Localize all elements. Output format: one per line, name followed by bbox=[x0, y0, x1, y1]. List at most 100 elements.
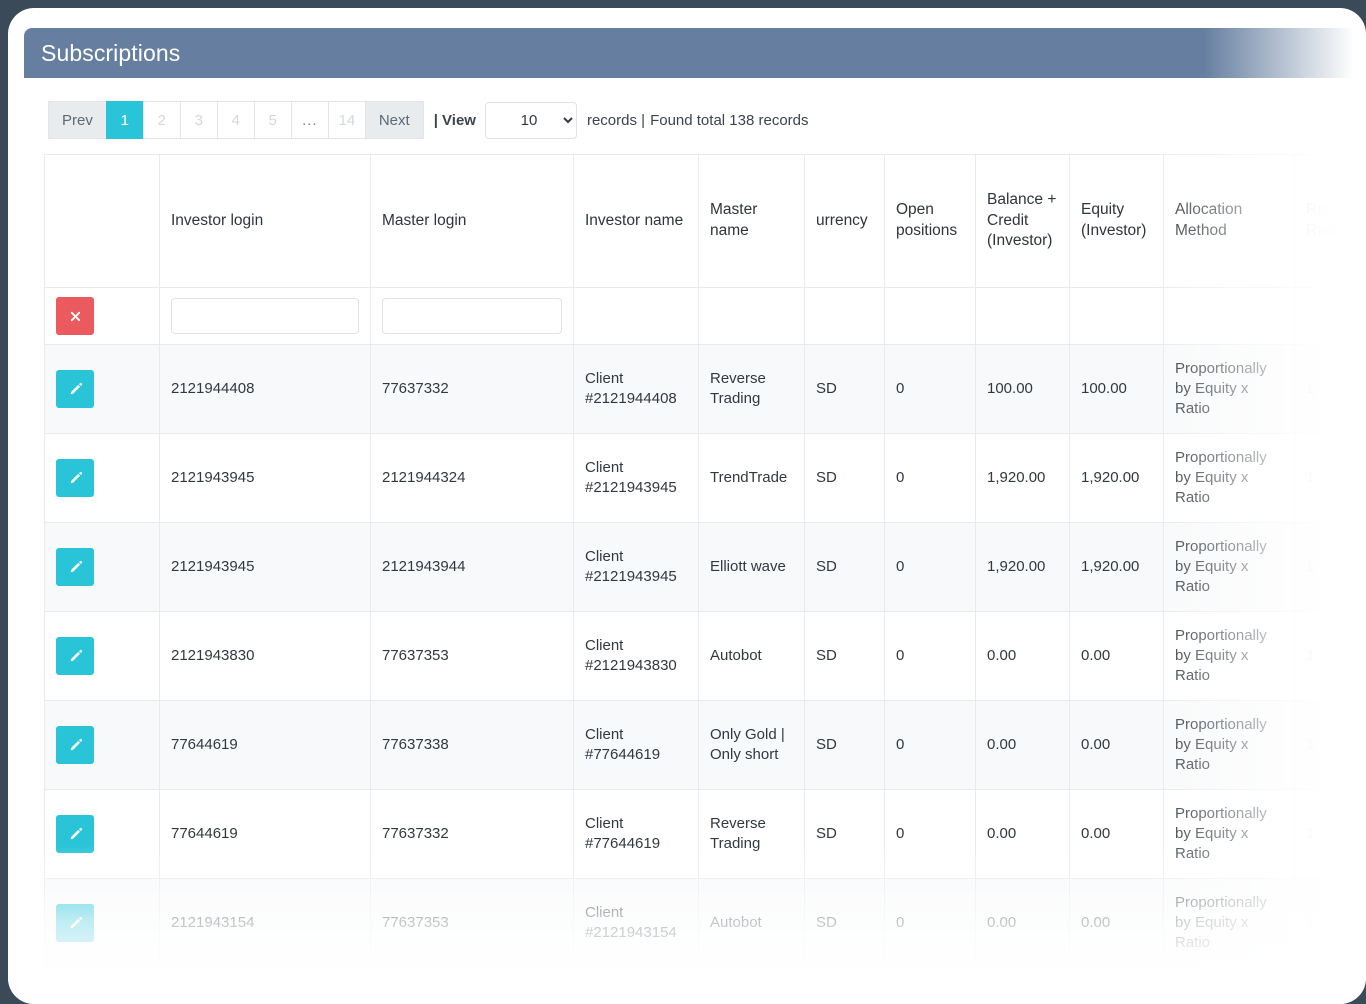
pagination[interactable]: Prev 1 2 3 4 5... 14 Next bbox=[48, 101, 424, 139]
pagination-button-3[interactable]: 3 bbox=[179, 101, 217, 139]
cell-investor-login: 2121943945 bbox=[159, 433, 371, 523]
cell-investor-login: 2121944408 bbox=[159, 344, 371, 434]
cell-currency: SD bbox=[804, 344, 885, 434]
cell-master-login: 77637353 bbox=[370, 611, 574, 701]
filter-empty-cell bbox=[1163, 287, 1295, 345]
cell-investor-login: 2121943830 bbox=[159, 611, 371, 701]
pagination-button-2[interactable]: 2 bbox=[142, 101, 180, 139]
column-header-master-login[interactable]: Master login bbox=[370, 154, 574, 288]
cell-equity: 0.00 bbox=[1069, 700, 1164, 790]
view-label: | View bbox=[433, 111, 476, 129]
pagination-button-prev[interactable]: Prev bbox=[48, 101, 106, 139]
column-header-master-name[interactable]: Master name bbox=[698, 154, 805, 288]
edit-row-button[interactable] bbox=[56, 459, 94, 497]
subscriptions-table: Investor login Master login Investor name M… bbox=[44, 154, 1366, 968]
row-action-cell bbox=[44, 522, 160, 612]
cell-equity: 1,920.00 bbox=[1069, 522, 1164, 612]
edit-row-button[interactable] bbox=[56, 370, 94, 408]
filter-empty-cell bbox=[804, 287, 885, 345]
edit-row-button[interactable] bbox=[56, 815, 94, 853]
pagination-button-4[interactable]: 4 bbox=[216, 101, 254, 139]
pagination-button-next[interactable]: Next bbox=[364, 101, 424, 139]
edit-row-button[interactable] bbox=[56, 637, 94, 675]
pencil-icon bbox=[68, 560, 83, 575]
panel-header: Subscriptions bbox=[24, 28, 1366, 78]
cell-risk-ratio: 1 bbox=[1294, 611, 1366, 701]
column-header-equity-investor[interactable]: Equity (Investor) bbox=[1069, 154, 1164, 288]
cell-balance-credit: 0.00 bbox=[975, 789, 1070, 879]
cell-equity: 0.00 bbox=[1069, 789, 1164, 879]
pencil-icon bbox=[68, 738, 83, 753]
filter-empty-cell bbox=[975, 287, 1070, 345]
column-header-balance-credit-investor[interactable]: Balance + Credit (Investor) bbox=[975, 154, 1070, 288]
pagination-button-[interactable]: ... bbox=[290, 101, 328, 139]
cell-master-login: 2121943944 bbox=[370, 522, 574, 612]
column-header-risk-ratio[interactable]: Risk Ratio bbox=[1294, 154, 1366, 288]
table-filter-row bbox=[44, 287, 1366, 345]
row-action-cell bbox=[44, 878, 160, 968]
pagination-button-1[interactable]: 1 bbox=[105, 101, 143, 139]
table-row[interactable]: 2121943945 2121944324 Client #2121943945 Tr… bbox=[44, 433, 1366, 523]
column-header-investor-name[interactable]: Investor name bbox=[573, 154, 699, 288]
edit-row-button[interactable] bbox=[56, 548, 94, 586]
cell-equity: 1,920.00 bbox=[1069, 433, 1164, 523]
cell-balance-credit: 0.00 bbox=[975, 878, 1070, 968]
cell-master-login: 77637353 bbox=[370, 878, 574, 968]
page-title: Subscriptions bbox=[41, 39, 181, 66]
pagination-button-5[interactable]: 5 bbox=[253, 101, 291, 139]
table-scroll-viewport[interactable]: Investor login Master login Investor name M… bbox=[44, 154, 1366, 984]
cell-master-name: TrendTrade bbox=[698, 433, 805, 523]
column-header-open-positions[interactable]: Open positions bbox=[884, 154, 976, 288]
table-row[interactable]: 77644619 77637332 Client #77644619 Reverse … bbox=[44, 789, 1366, 879]
cell-allocation-method: Proportionally by Equity x Ratio bbox=[1163, 611, 1295, 701]
column-header-investor-login[interactable]: Investor login bbox=[159, 154, 371, 288]
cell-balance-credit: 1,920.00 bbox=[975, 522, 1070, 612]
cell-investor-login: 77644619 bbox=[159, 789, 371, 879]
master-login-filter-input-cell bbox=[370, 287, 574, 345]
cell-currency: SD bbox=[804, 700, 885, 790]
table-row[interactable]: 2121943154 77637353 Client #2121943154 Auto… bbox=[44, 878, 1366, 968]
cell-risk-ratio: 1 bbox=[1294, 789, 1366, 879]
filter-empty-cell bbox=[698, 287, 805, 345]
cell-risk-ratio: 1 bbox=[1294, 344, 1366, 434]
cell-allocation-method: Proportionally by Equity x Ratio bbox=[1163, 700, 1295, 790]
master-login-filter-input[interactable] bbox=[382, 298, 562, 334]
app-card: Subscriptions Prev 1 2 3 4 5... 14 Next | View … bbox=[8, 8, 1366, 1004]
column-header-actions[interactable] bbox=[44, 154, 160, 288]
filter-empty-cell bbox=[884, 287, 976, 345]
table-row[interactable]: 2121943830 77637353 Client #2121943830 Auto… bbox=[44, 611, 1366, 701]
column-header-allocation-method[interactable]: Allocation Method bbox=[1163, 154, 1295, 288]
cell-risk-ratio: 1 bbox=[1294, 878, 1366, 968]
edit-row-button[interactable] bbox=[56, 726, 94, 764]
column-header-urrency[interactable]: urrency bbox=[804, 154, 885, 288]
table-row[interactable]: 77644619 77637338 Client #77644619 Only Gol… bbox=[44, 700, 1366, 790]
cell-investor-login: 2121943945 bbox=[159, 522, 371, 612]
table-body: 2121944408 77637332 Client #2121944408 Reve… bbox=[44, 287, 1366, 968]
table-toolbar: Prev12345...14Next | View 102550100 reco… bbox=[48, 101, 809, 139]
investor-login-filter-input[interactable] bbox=[171, 298, 359, 334]
cell-currency: SD bbox=[804, 433, 885, 523]
cell-master-login: 77637338 bbox=[370, 700, 574, 790]
cell-investor-name: Client #2121943945 bbox=[573, 522, 699, 612]
cell-investor-name: Client #2121943945 bbox=[573, 433, 699, 523]
cell-open-positions: 0 bbox=[884, 433, 976, 523]
pagination-button-14[interactable]: 14 bbox=[327, 101, 365, 139]
table-row[interactable]: 2121944408 77637332 Client #2121944408 Reve… bbox=[44, 344, 1366, 434]
cell-balance-credit: 0.00 bbox=[975, 700, 1070, 790]
cell-open-positions: 0 bbox=[884, 522, 976, 612]
cell-master-login: 77637332 bbox=[370, 344, 574, 434]
cell-master-name: Reverse Trading bbox=[698, 344, 805, 434]
cell-risk-ratio: 1 bbox=[1294, 700, 1366, 790]
cell-investor-name: Client #2121943154 bbox=[573, 878, 699, 968]
cell-investor-name: Client #77644619 bbox=[573, 789, 699, 879]
cell-balance-credit: 0.00 bbox=[975, 611, 1070, 701]
table-row[interactable]: 2121943945 2121943944 Client #2121943945 El… bbox=[44, 522, 1366, 612]
records-per-page-select[interactable]: 102550100 bbox=[484, 101, 577, 139]
clear-filters-button[interactable] bbox=[56, 297, 94, 335]
cell-risk-ratio: 1 bbox=[1294, 433, 1366, 523]
cell-master-name: Autobot bbox=[698, 611, 805, 701]
pencil-icon bbox=[68, 471, 83, 486]
pencil-icon bbox=[68, 649, 83, 664]
edit-row-button[interactable] bbox=[56, 904, 94, 942]
row-action-cell bbox=[44, 789, 160, 879]
